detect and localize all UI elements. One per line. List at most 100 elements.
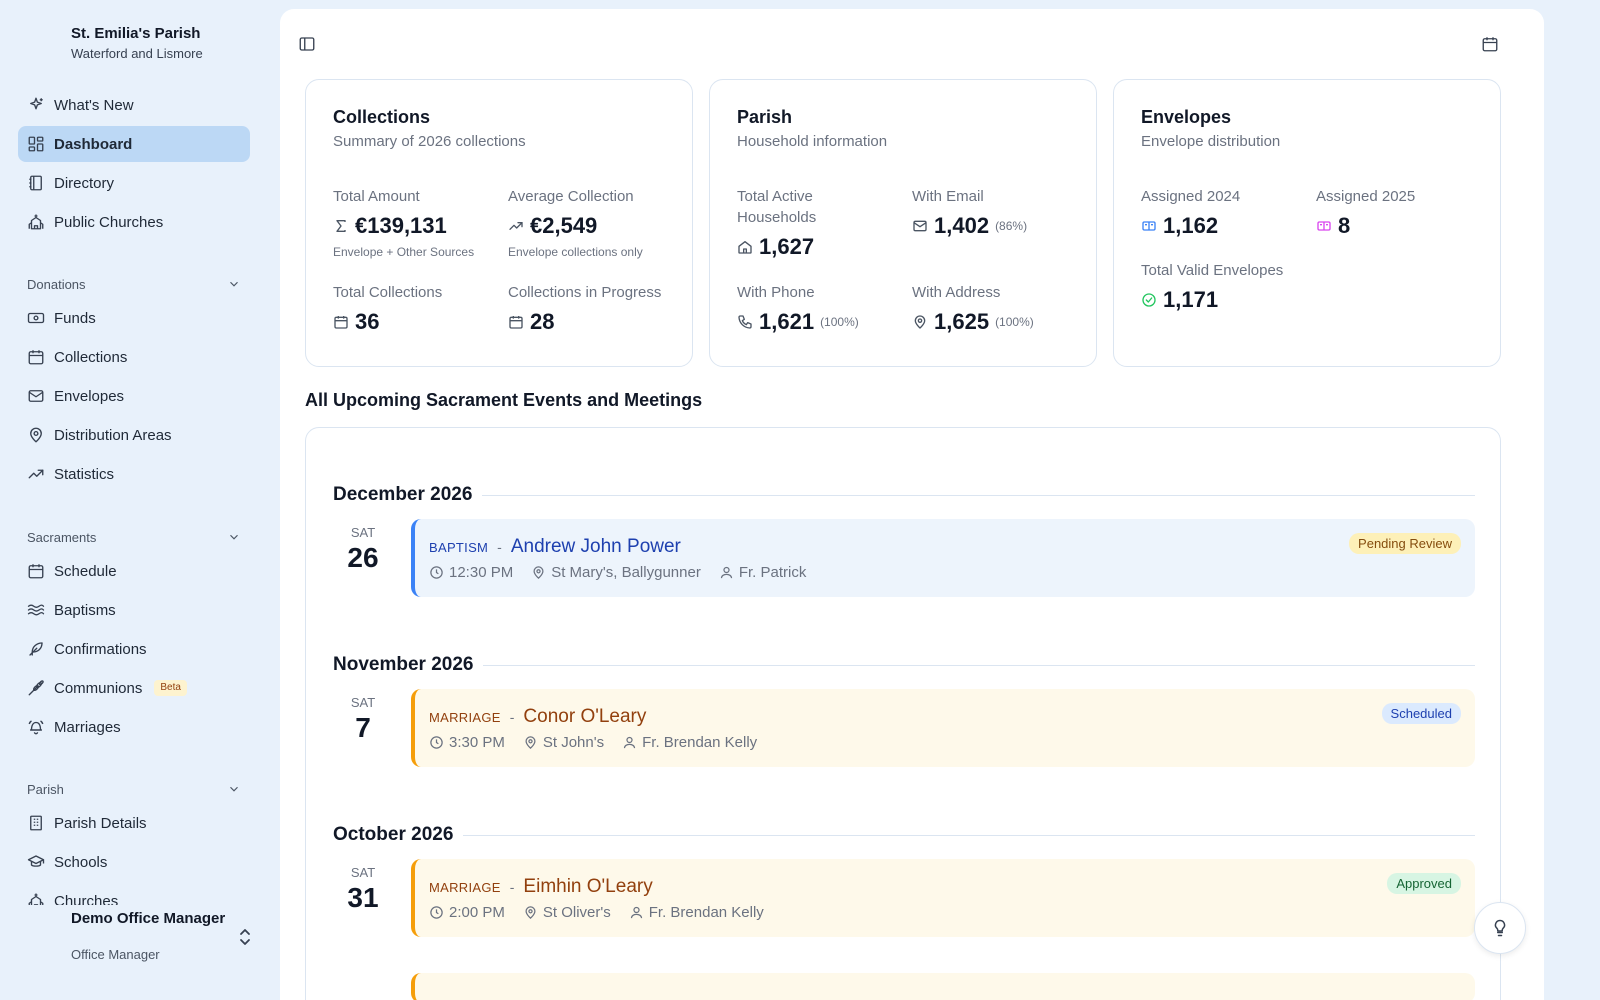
stat-assigned-2024: Assigned 2024 1,162 bbox=[1141, 186, 1240, 239]
nav-label: Envelopes bbox=[54, 387, 125, 405]
mail-icon bbox=[28, 390, 44, 402]
tips-button[interactable] bbox=[1474, 902, 1526, 954]
ticket-icon bbox=[1142, 221, 1156, 231]
event-name: Conor O'Leary bbox=[523, 706, 647, 727]
nav-schedule[interactable]: Schedule bbox=[18, 553, 250, 589]
wheat-icon bbox=[28, 680, 44, 696]
nav-directory[interactable]: Directory bbox=[18, 165, 250, 201]
event-card[interactable]: BAPTISM - Andrew John Power 12:30 PM St … bbox=[411, 519, 1475, 597]
sigma-icon bbox=[336, 220, 346, 232]
section-title: Donations bbox=[27, 276, 86, 292]
trending-up-icon bbox=[509, 222, 523, 230]
nav-marriages[interactable]: Marriages bbox=[18, 709, 250, 745]
nav-label: Directory bbox=[54, 174, 115, 192]
calendar-icon[interactable] bbox=[1481, 35, 1499, 53]
stat-value: €139,131 bbox=[355, 213, 447, 238]
user-menu[interactable]: Demo Office Manager Office Manager bbox=[71, 910, 261, 962]
nav-label: What's New bbox=[54, 96, 134, 114]
collections-card: Collections Summary of 2026 collections … bbox=[305, 79, 693, 367]
stat-note: Envelope collections only bbox=[508, 245, 643, 259]
section-title: Sacraments bbox=[27, 529, 97, 545]
stat-label: Total Collections bbox=[333, 284, 443, 301]
nav-whats-new[interactable]: What's New bbox=[18, 87, 250, 123]
card-subtitle: Household information bbox=[737, 133, 888, 150]
stat-value: 8 bbox=[1338, 213, 1351, 238]
nav-confirmations[interactable]: Confirmations bbox=[18, 631, 250, 667]
stat-with-phone: With Phone 1,621 (100%) bbox=[737, 282, 859, 335]
nav-schools[interactable]: Schools bbox=[18, 844, 250, 880]
event-time: 3:30 PM bbox=[449, 734, 505, 751]
event-card[interactable]: MARRIAGE - Conor O'Leary 3:30 PM St John… bbox=[411, 689, 1475, 767]
status-badge: Approved bbox=[1387, 873, 1461, 894]
status-badge: Pending Review bbox=[1349, 533, 1461, 554]
event-card[interactable] bbox=[411, 973, 1475, 1000]
banknote-icon bbox=[27, 312, 45, 324]
stat-value: 1,162 bbox=[1163, 213, 1219, 238]
nav-distribution-areas[interactable]: Distribution Areas bbox=[18, 417, 250, 453]
day-of-week: SAT bbox=[350, 695, 376, 710]
calendar-icon bbox=[28, 564, 44, 579]
sidebar: St. Emilia's Parish Waterford and Lismor… bbox=[0, 0, 280, 1000]
clock-icon bbox=[430, 736, 443, 749]
clock-icon bbox=[430, 906, 443, 919]
mail-icon bbox=[913, 220, 927, 232]
status-badge: Scheduled bbox=[1381, 703, 1461, 724]
card-subtitle: Envelope distribution bbox=[1141, 133, 1281, 150]
event-name: Andrew John Power bbox=[510, 536, 681, 557]
nav-collections[interactable]: Collections bbox=[18, 339, 250, 375]
church-icon bbox=[28, 214, 44, 230]
card-title: Envelopes bbox=[1141, 107, 1232, 127]
calendar-icon bbox=[509, 316, 523, 329]
waves-icon bbox=[27, 604, 45, 616]
calendar-icon bbox=[334, 316, 348, 329]
section-sacraments-toggle[interactable]: Sacraments bbox=[27, 525, 241, 549]
stat-label: With Address bbox=[912, 284, 1001, 301]
event-type: MARRIAGE bbox=[429, 710, 501, 725]
chevron-down-icon bbox=[230, 534, 238, 540]
event-type: MARRIAGE bbox=[429, 880, 501, 895]
stat-label: Total Active bbox=[737, 188, 813, 205]
event-name: Eimhin O'Leary bbox=[523, 876, 653, 897]
nav-communions[interactable]: Communions Beta bbox=[18, 670, 250, 706]
bells-icon bbox=[28, 720, 44, 735]
book-icon bbox=[29, 175, 42, 191]
clock-icon bbox=[430, 566, 443, 579]
card-subtitle: Summary of 2026 collections bbox=[333, 133, 526, 150]
map-pin-icon bbox=[525, 736, 536, 749]
event-date: SAT 7 bbox=[333, 695, 393, 744]
check-circle-icon bbox=[1142, 293, 1156, 307]
nav-envelopes[interactable]: Envelopes bbox=[18, 378, 250, 414]
nav-public-churches[interactable]: Public Churches bbox=[18, 204, 250, 240]
stat-value: 1,171 bbox=[1163, 287, 1219, 312]
lightbulb-icon bbox=[1494, 919, 1506, 937]
month-header: December 2026 bbox=[333, 484, 1475, 506]
stat-label: Average Collection bbox=[508, 188, 634, 205]
nav-parish-details[interactable]: Parish Details bbox=[18, 805, 250, 841]
nav-dashboard[interactable]: Dashboard bbox=[18, 126, 250, 162]
map-pin-icon bbox=[525, 906, 536, 919]
sidebar-toggle-icon[interactable] bbox=[298, 35, 316, 53]
day-of-week: SAT bbox=[350, 865, 376, 880]
chevrons-up-down-icon[interactable] bbox=[238, 928, 252, 946]
parish-name: St. Emilia's Parish bbox=[71, 25, 201, 42]
stat-value: 36 bbox=[355, 309, 380, 334]
nav-label: Communions bbox=[54, 679, 143, 697]
nav-label: Distribution Areas bbox=[54, 426, 172, 444]
beta-badge: Beta bbox=[154, 680, 187, 696]
nav-label: Dashboard bbox=[54, 135, 133, 153]
section-donations-toggle[interactable]: Donations bbox=[27, 272, 241, 296]
map-pin-icon bbox=[533, 566, 544, 579]
event-card[interactable]: MARRIAGE - Eimhin O'Leary 2:00 PM St Oli… bbox=[411, 859, 1475, 937]
nav-funds[interactable]: Funds bbox=[18, 300, 250, 336]
user-icon bbox=[623, 736, 636, 749]
divider bbox=[482, 494, 1475, 496]
nav-statistics[interactable]: Statistics bbox=[18, 456, 250, 492]
month-header: November 2026 bbox=[333, 654, 1475, 676]
separator: - bbox=[509, 709, 515, 725]
stat-value: 1,625 bbox=[934, 309, 990, 334]
nav-baptisms[interactable]: Baptisms bbox=[18, 592, 250, 628]
separator: - bbox=[509, 879, 515, 895]
event-priest: Fr. Brendan Kelly bbox=[642, 734, 758, 751]
section-parish-toggle[interactable]: Parish bbox=[27, 777, 241, 801]
user-role: Office Manager bbox=[71, 947, 160, 962]
